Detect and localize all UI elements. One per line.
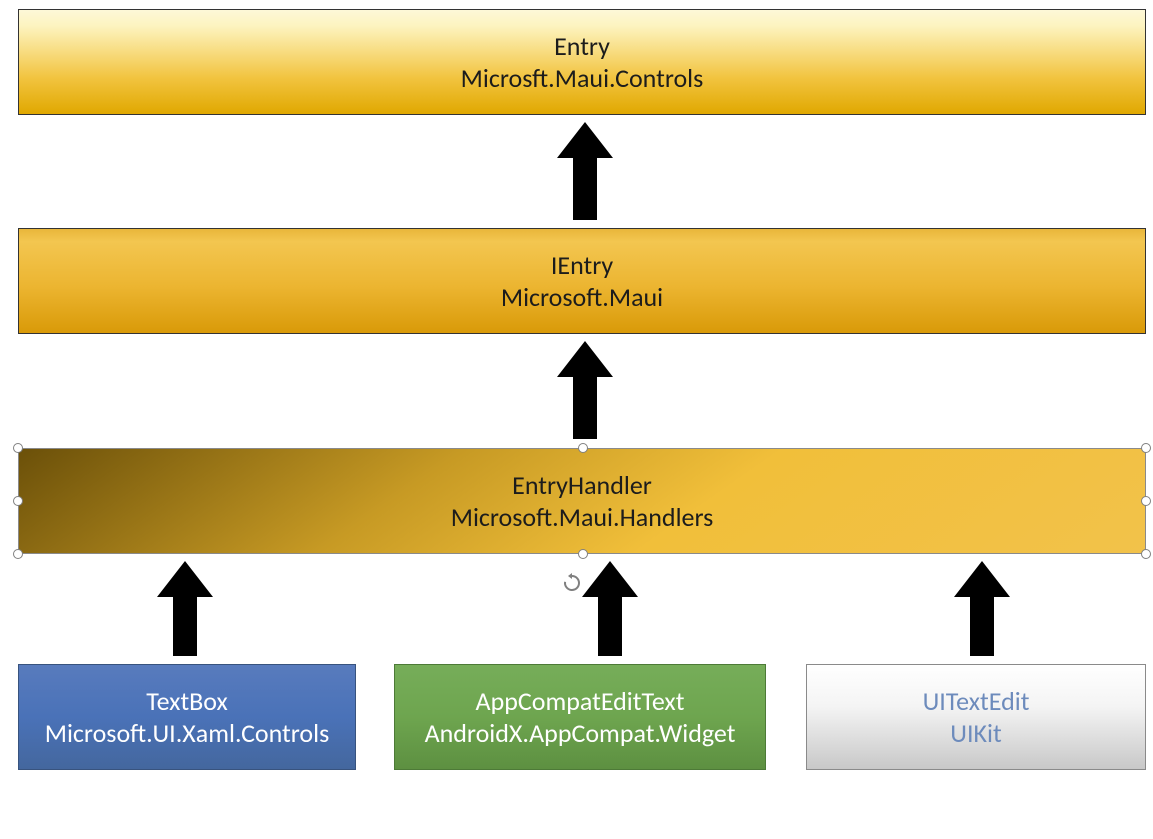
appcompat-title: AppCompatEditText <box>476 685 685 718</box>
ientry-title: IEntry <box>551 249 613 282</box>
selection-handle-mr[interactable] <box>1141 496 1151 506</box>
handler-title: EntryHandler <box>512 469 652 502</box>
selection-handle-bl[interactable] <box>13 549 23 559</box>
handler-subtitle: Microsoft.Maui.Handlers <box>451 501 714 534</box>
ientry-box: IEntry Microsoft.Maui <box>18 228 1146 334</box>
selection-handle-br[interactable] <box>1141 549 1151 559</box>
entry-box: Entry Microsft.Maui.Controls <box>18 9 1146 115</box>
arrow-ientry-to-entry <box>557 122 613 220</box>
textbox-title: TextBox <box>146 685 228 718</box>
arrow-handler-to-ientry <box>557 341 613 439</box>
appcompat-box: AppCompatEditText AndroidX.AppCompat.Wid… <box>394 664 766 770</box>
textbox-subtitle: Microsoft.UI.Xaml.Controls <box>45 717 330 750</box>
entry-subtitle: Microsft.Maui.Controls <box>461 62 704 95</box>
rotation-handle-icon[interactable] <box>562 573 582 593</box>
arrow-textbox-to-handler <box>157 561 213 656</box>
uitext-subtitle: UIKit <box>950 717 1001 750</box>
entryhandler-box[interactable]: EntryHandler Microsoft.Maui.Handlers <box>18 448 1146 554</box>
selection-handle-tr[interactable] <box>1141 443 1151 453</box>
textbox-box: TextBox Microsoft.UI.Xaml.Controls <box>18 664 356 770</box>
entry-title: Entry <box>554 30 610 63</box>
ientry-subtitle: Microsoft.Maui <box>501 281 663 314</box>
selection-handle-tc[interactable] <box>578 443 588 453</box>
arrow-uitext-to-handler <box>954 561 1010 656</box>
selection-handle-tl[interactable] <box>13 443 23 453</box>
appcompat-subtitle: AndroidX.AppCompat.Widget <box>425 717 736 750</box>
uitext-title: UITextEdit <box>923 685 1030 718</box>
selection-handle-bc[interactable] <box>578 549 588 559</box>
uitextedit-box: UITextEdit UIKit <box>806 664 1146 770</box>
arrow-appcompat-to-handler <box>582 561 638 656</box>
selection-handle-ml[interactable] <box>13 496 23 506</box>
